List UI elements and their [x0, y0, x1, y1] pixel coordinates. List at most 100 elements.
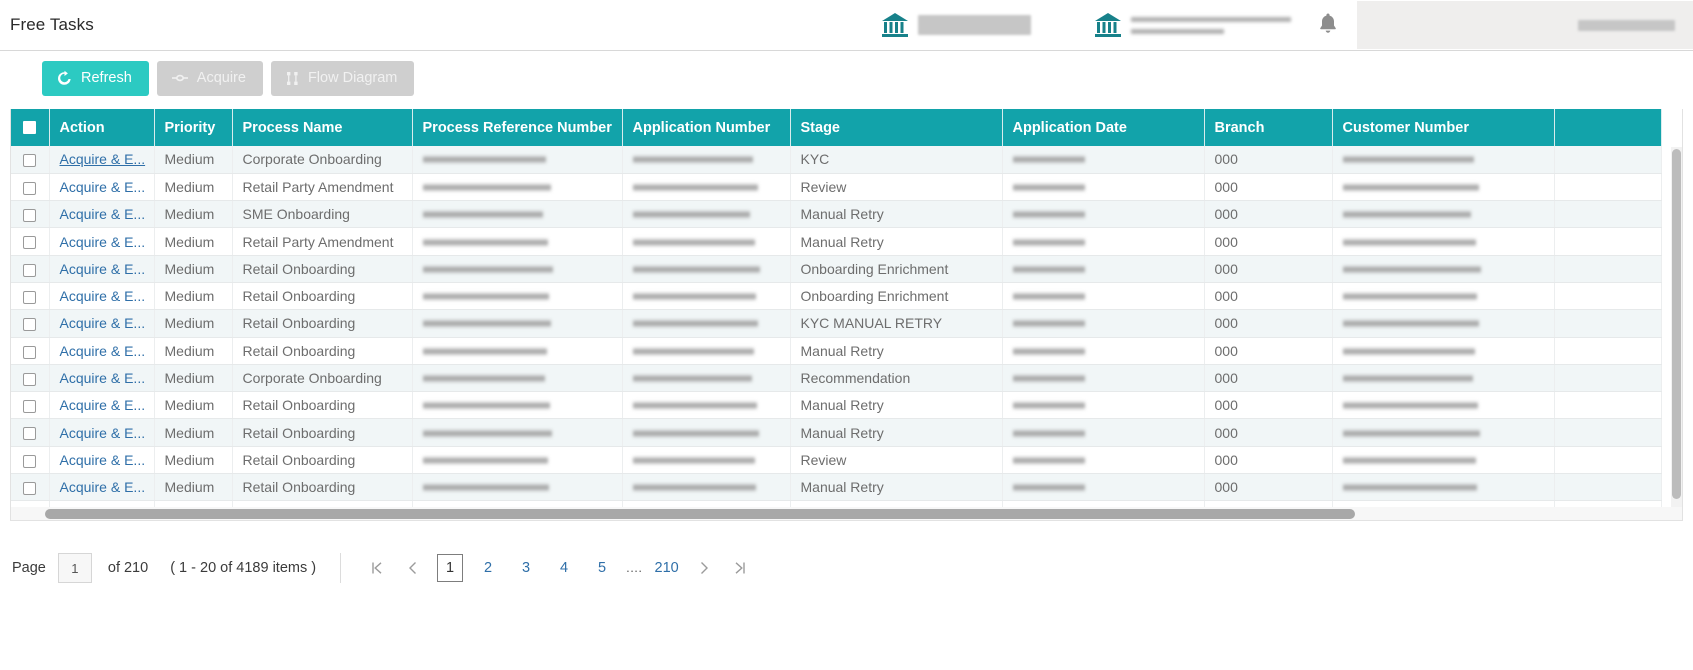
row-checkbox-cell[interactable]: [11, 173, 50, 202]
select-all-checkbox[interactable]: [23, 121, 37, 135]
table-row[interactable]: Acquire & E... Medium Retail Onboarding KYC…: [11, 309, 1662, 338]
column-header-branch[interactable]: Branch: [1204, 109, 1333, 146]
column-header-application-date[interactable]: Application Date: [1002, 109, 1205, 146]
cell-action[interactable]: Acquire & E...: [49, 473, 155, 502]
last-page-button[interactable]: [728, 554, 752, 582]
cell-action[interactable]: Acquire & E...: [49, 146, 155, 174]
branch-selector[interactable]: [880, 11, 1031, 39]
column-header-action[interactable]: Action: [49, 109, 155, 146]
horizontal-scrollbar-thumb[interactable]: [45, 509, 1355, 519]
column-header-process-ref[interactable]: Process Reference Number: [412, 109, 623, 146]
cell-action[interactable]: Acquire & E...: [49, 173, 155, 202]
acquire-edit-link[interactable]: Acquire & E...: [60, 343, 146, 359]
previous-page-button[interactable]: [401, 554, 425, 582]
row-checkbox-cell[interactable]: [11, 337, 50, 365]
table-row[interactable]: Acquire & E... Medium Retail Onboarding Man…: [11, 337, 1662, 365]
acquire-edit-link[interactable]: Acquire & E...: [60, 261, 146, 277]
cell-stage: Review: [790, 446, 1003, 475]
next-page-button[interactable]: [692, 554, 716, 582]
cell-action[interactable]: Acquire & E...: [49, 255, 155, 283]
column-header-priority[interactable]: Priority: [154, 109, 233, 146]
user-panel[interactable]: [1357, 1, 1693, 49]
first-page-button[interactable]: [365, 554, 389, 582]
acquire-edit-link[interactable]: Acquire & E...: [60, 234, 146, 250]
acquire-edit-link[interactable]: Acquire & E...: [60, 288, 146, 304]
vertical-scrollbar-thumb[interactable]: [1672, 149, 1681, 499]
page-link-2[interactable]: 2: [476, 554, 500, 582]
cell-stage: KYC MANUAL RETRY: [790, 309, 1003, 338]
row-checkbox[interactable]: [23, 372, 37, 386]
acquire-edit-link[interactable]: Acquire & E...: [60, 479, 146, 495]
row-checkbox[interactable]: [23, 290, 37, 304]
row-checkbox[interactable]: [23, 400, 37, 414]
cell-action[interactable]: Acquire & E...: [49, 200, 155, 229]
row-checkbox-cell[interactable]: [11, 146, 50, 174]
page-link-5[interactable]: 5: [590, 554, 614, 582]
row-checkbox-cell[interactable]: [11, 227, 50, 256]
acquire-edit-link[interactable]: Acquire & E...: [60, 315, 146, 331]
row-checkbox-cell[interactable]: [11, 473, 50, 502]
row-checkbox[interactable]: [23, 263, 37, 277]
row-checkbox-cell[interactable]: [11, 364, 50, 393]
row-checkbox-cell[interactable]: [11, 446, 50, 475]
notifications-button[interactable]: [1313, 10, 1343, 40]
row-checkbox-cell[interactable]: [11, 309, 50, 338]
table-row[interactable]: Acquire & E... Medium Retail Party Amendme…: [11, 227, 1662, 256]
table-row[interactable]: Acquire & E... Medium Retail Onboarding Man…: [11, 473, 1662, 502]
select-all-header[interactable]: [11, 109, 50, 146]
page-link-3[interactable]: 3: [514, 554, 538, 582]
row-checkbox[interactable]: [23, 454, 37, 468]
row-checkbox[interactable]: [23, 318, 37, 332]
cell-action[interactable]: Acquire & E...: [49, 391, 155, 420]
acquire-edit-link[interactable]: Acquire & E...: [60, 370, 146, 386]
acquire-edit-link[interactable]: Acquire & E...: [60, 425, 146, 441]
cell-action[interactable]: Acquire & E...: [49, 309, 155, 338]
row-checkbox[interactable]: [23, 482, 37, 495]
acquire-edit-link[interactable]: Acquire & E...: [60, 179, 146, 195]
cell-action[interactable]: Acquire & E...: [49, 227, 155, 256]
cell-action[interactable]: Acquire & E...: [49, 364, 155, 393]
cell-action[interactable]: Acquire & E...: [49, 418, 155, 447]
flow-diagram-button[interactable]: Flow Diagram: [270, 60, 415, 96]
acquire-edit-link[interactable]: Acquire & E...: [60, 452, 146, 468]
table-row[interactable]: Acquire & E... Medium Retail Onboarding Man…: [11, 391, 1662, 420]
table-row[interactable]: Acquire & E... Medium Retail Party Amendme…: [11, 173, 1662, 202]
row-checkbox[interactable]: [23, 209, 37, 223]
row-checkbox-cell[interactable]: [11, 391, 50, 420]
row-checkbox-cell[interactable]: [11, 418, 50, 447]
acquire-button[interactable]: Acquire: [156, 60, 263, 96]
table-row[interactable]: Acquire & E... Medium Corporate Onboarding…: [11, 364, 1662, 393]
column-header-process-name[interactable]: Process Name: [232, 109, 413, 146]
row-checkbox-cell[interactable]: [11, 282, 50, 311]
row-checkbox-cell[interactable]: [11, 255, 50, 283]
cell-action[interactable]: Acquire & E...: [49, 282, 155, 311]
table-row[interactable]: Acquire & E... Medium Retail Onboarding Onb…: [11, 282, 1662, 311]
page-link-1[interactable]: 1: [437, 554, 464, 582]
row-checkbox[interactable]: [23, 345, 37, 359]
refresh-button[interactable]: Refresh: [42, 60, 149, 96]
row-checkbox[interactable]: [23, 236, 37, 250]
table-row[interactable]: Acquire & E... Medium Retail Onboarding Onb…: [11, 255, 1662, 283]
horizontal-scrollbar[interactable]: [11, 507, 1682, 520]
page-number-input[interactable]: [57, 553, 92, 583]
table-row[interactable]: Acquire & E... Medium SME Onboarding Manual…: [11, 200, 1662, 229]
column-header-application-number[interactable]: Application Number: [622, 109, 791, 146]
page-link-last[interactable]: 210: [655, 554, 679, 582]
row-checkbox[interactable]: [23, 427, 37, 441]
vertical-scrollbar[interactable]: [1671, 147, 1682, 507]
column-header-customer-number[interactable]: Customer Number: [1332, 109, 1555, 146]
acquire-edit-link[interactable]: Acquire & E...: [60, 397, 146, 413]
column-header-stage[interactable]: Stage: [790, 109, 1003, 146]
entity-selector[interactable]: [1093, 11, 1291, 39]
table-row[interactable]: Acquire & E... Medium Corporate Onboarding…: [11, 146, 1662, 174]
cell-action[interactable]: Acquire & E...: [49, 337, 155, 365]
page-link-4[interactable]: 4: [552, 554, 576, 582]
row-checkbox[interactable]: [23, 181, 37, 195]
cell-action[interactable]: Acquire & E...: [49, 446, 155, 475]
table-row[interactable]: Acquire & E... Medium Retail Onboarding Rev…: [11, 446, 1662, 475]
row-checkbox-cell[interactable]: [11, 200, 50, 229]
table-row[interactable]: Acquire & E... Medium Retail Onboarding Man…: [11, 418, 1662, 447]
acquire-edit-link[interactable]: Acquire & E...: [60, 206, 146, 222]
row-checkbox[interactable]: [23, 154, 37, 168]
acquire-edit-link[interactable]: Acquire & E...: [60, 151, 146, 167]
